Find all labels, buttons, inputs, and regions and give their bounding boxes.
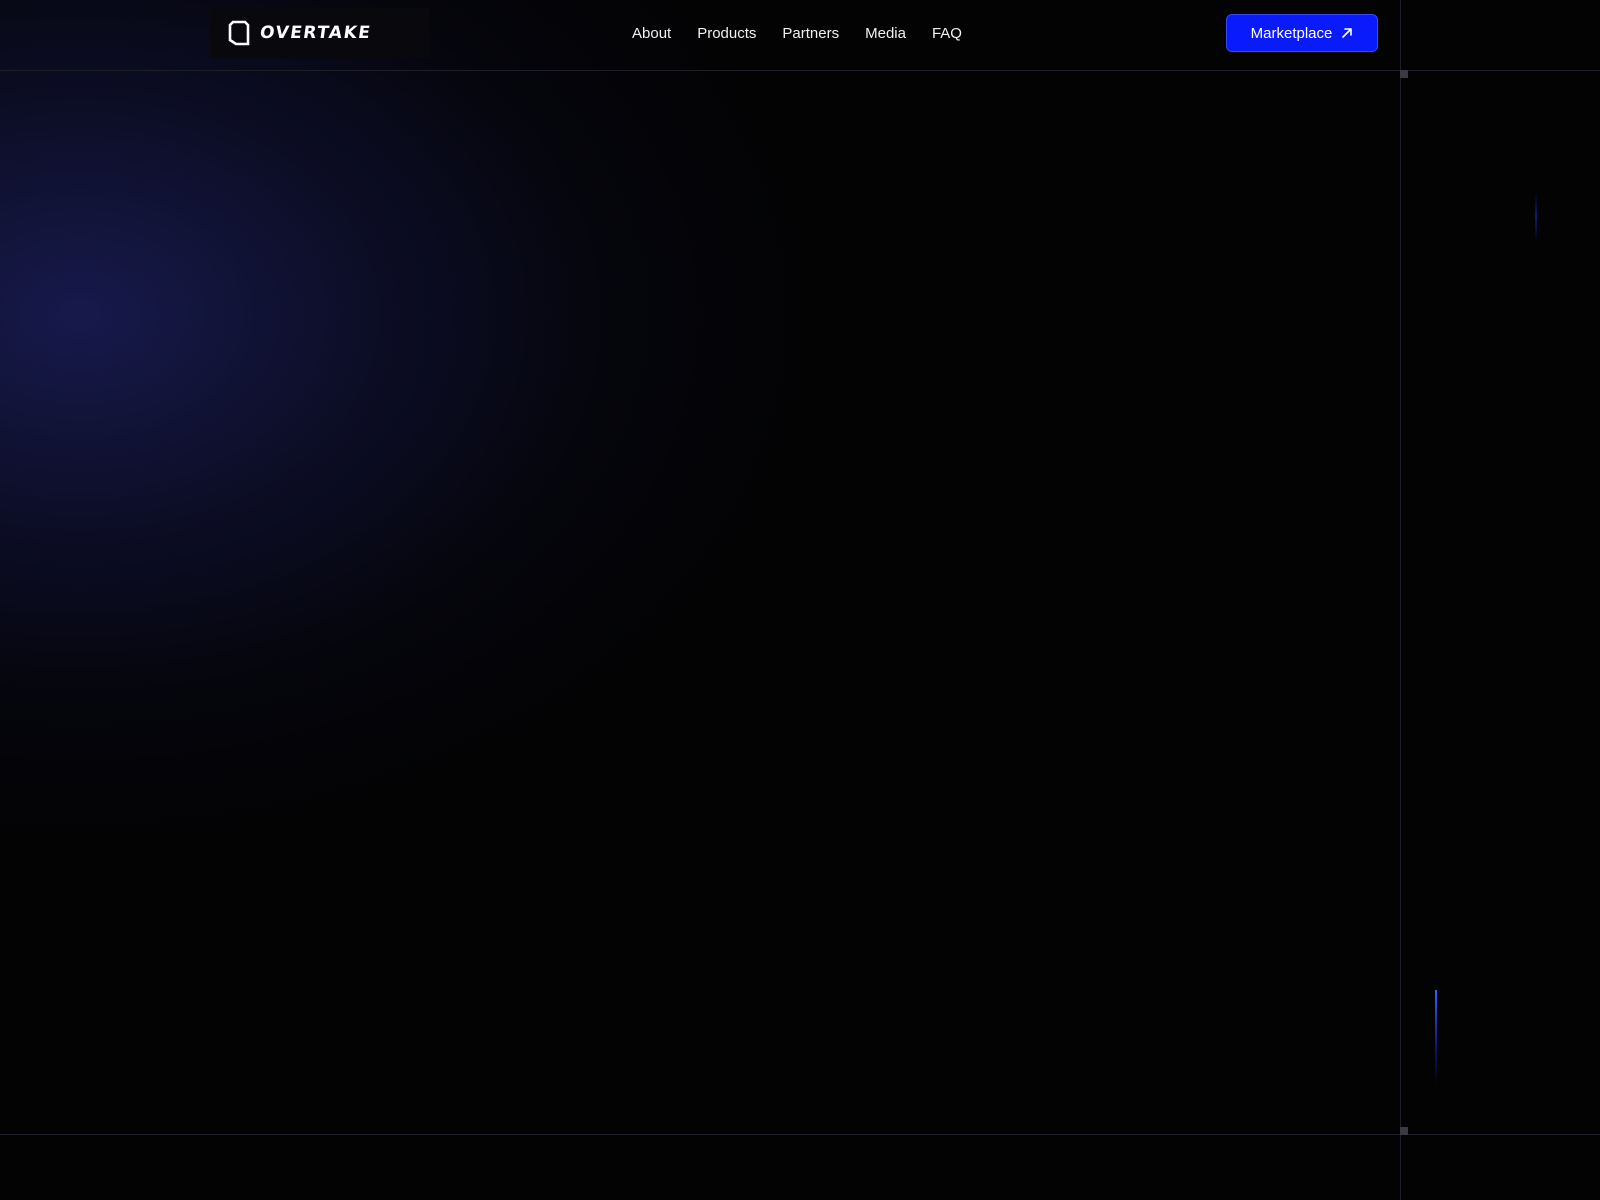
corner-mark-bottom	[1400, 1127, 1408, 1135]
nav-item-media[interactable]: Media	[865, 25, 906, 42]
corner-mark-top	[1400, 70, 1408, 78]
accent-stripe-lower	[1435, 990, 1437, 1085]
arrow-up-right-icon	[1342, 28, 1353, 38]
grid-line-vertical	[1400, 0, 1401, 1200]
logo[interactable]: OVERTAKE	[210, 8, 430, 58]
page: OVERTAKE About Products Partners Media F…	[0, 0, 1600, 1200]
grid-line-bottom	[0, 1134, 1600, 1135]
marketplace-button[interactable]: Marketplace	[1226, 14, 1378, 52]
logo-mark-icon	[228, 20, 250, 46]
logo-text: OVERTAKE	[258, 23, 373, 43]
grid-line-top	[0, 70, 1600, 71]
nav-item-products[interactable]: Products	[697, 25, 756, 42]
background-glow	[0, 0, 920, 920]
nav-item-about[interactable]: About	[632, 25, 671, 42]
main-nav: About Products Partners Media FAQ	[632, 0, 988, 66]
nav-item-faq[interactable]: FAQ	[932, 25, 962, 42]
marketplace-button-label: Marketplace	[1250, 24, 1333, 42]
nav-item-partners[interactable]: Partners	[782, 25, 839, 42]
accent-stripe-upper	[1535, 192, 1537, 242]
site-header: OVERTAKE About Products Partners Media F…	[0, 0, 1400, 70]
